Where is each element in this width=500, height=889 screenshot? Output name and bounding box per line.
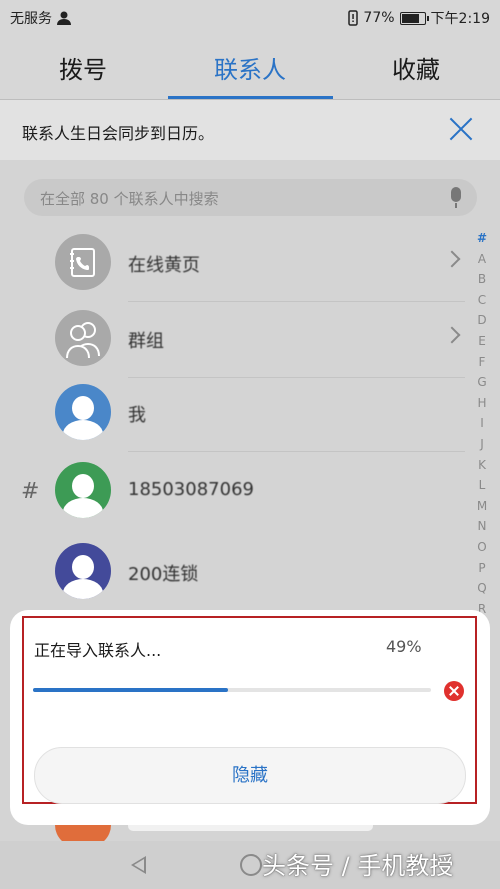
chevron-right-icon — [443, 250, 461, 268]
dialog-shadow — [128, 825, 373, 831]
index-letter[interactable]: F — [479, 352, 486, 373]
contact-name: 群组 — [128, 331, 164, 352]
index-letter[interactable]: O — [477, 537, 486, 558]
battery-alert-icon — [348, 10, 359, 26]
close-icon[interactable] — [448, 116, 474, 142]
contact-name: 18503087069 — [128, 479, 254, 500]
birthday-sync-notice: 联系人生日会同步到日历。 — [0, 100, 500, 160]
contact-row[interactable]: 200连锁 — [0, 533, 465, 611]
index-letter[interactable]: C — [478, 290, 486, 311]
index-letter[interactable]: K — [478, 455, 486, 476]
import-progress-bar — [33, 688, 431, 692]
microphone-icon[interactable] — [451, 187, 461, 208]
contact-name: 在线黄页 — [128, 255, 200, 276]
progress-fill — [33, 688, 229, 692]
index-letter[interactable]: J — [480, 434, 484, 455]
index-letter[interactable]: I — [480, 413, 484, 434]
index-letter[interactable]: G — [477, 372, 486, 393]
alphabet-index[interactable]: # A B C D E F G H I J K L M N O P Q R — [470, 228, 494, 619]
index-letter[interactable]: L — [479, 475, 486, 496]
notice-text: 联系人生日会同步到日历。 — [22, 124, 215, 143]
index-letter[interactable]: N — [478, 516, 487, 537]
contact-row[interactable]: 18503087069 — [0, 452, 465, 530]
active-tab-indicator — [168, 96, 333, 99]
contact-name: 200连锁 — [128, 564, 199, 585]
index-letter[interactable]: D — [477, 310, 486, 331]
person-icon — [55, 384, 111, 440]
index-letter[interactable]: Q — [477, 578, 486, 599]
import-status-text: 正在导入联系人... — [34, 641, 162, 660]
tab-contacts[interactable]: 联系人 — [167, 50, 333, 85]
person-icon — [55, 462, 111, 518]
contact-name: 我 — [128, 405, 146, 426]
watermark: 头条号 / 手机教授 — [262, 852, 454, 880]
back-icon[interactable] — [131, 856, 146, 874]
index-letter[interactable]: H — [477, 393, 486, 414]
progress-percent: 49% — [386, 637, 422, 656]
group-icon — [55, 310, 111, 366]
phonebook-icon — [55, 234, 111, 290]
tab-dialer[interactable]: 拨号 — [0, 50, 166, 85]
index-letter[interactable]: E — [478, 331, 486, 352]
hide-button[interactable]: 隐藏 — [34, 747, 466, 804]
index-letter[interactable]: B — [478, 269, 486, 290]
person-icon — [57, 11, 71, 25]
carrier-label: 无服务 — [10, 11, 52, 27]
tab-favorites[interactable]: 收藏 — [333, 50, 499, 85]
battery-icon — [399, 11, 429, 25]
search-input[interactable]: 在全部 80 个联系人中搜索 — [40, 188, 219, 209]
chevron-right-icon — [443, 326, 461, 344]
person-icon — [55, 543, 111, 599]
status-bar: 无服务 77% 下午2:19 — [0, 0, 500, 34]
search-bar[interactable]: 在全部 80 个联系人中搜索 — [24, 179, 477, 216]
index-letter[interactable]: A — [478, 249, 486, 270]
cancel-icon[interactable] — [444, 681, 464, 701]
index-letter[interactable]: # — [477, 228, 487, 249]
tab-bar: 拨号 联系人 收藏 — [0, 34, 500, 100]
home-icon[interactable] — [240, 854, 262, 876]
battery-percent: 77% — [363, 10, 395, 26]
clock: 下午2:19 — [430, 11, 490, 27]
contact-row-me[interactable]: 我 — [0, 374, 465, 452]
index-letter[interactable]: P — [478, 558, 485, 579]
contact-row-groups[interactable]: 群组 — [0, 300, 465, 378]
index-letter[interactable]: M — [477, 496, 487, 517]
contact-row-yellow-pages[interactable]: 在线黄页 — [0, 224, 465, 302]
